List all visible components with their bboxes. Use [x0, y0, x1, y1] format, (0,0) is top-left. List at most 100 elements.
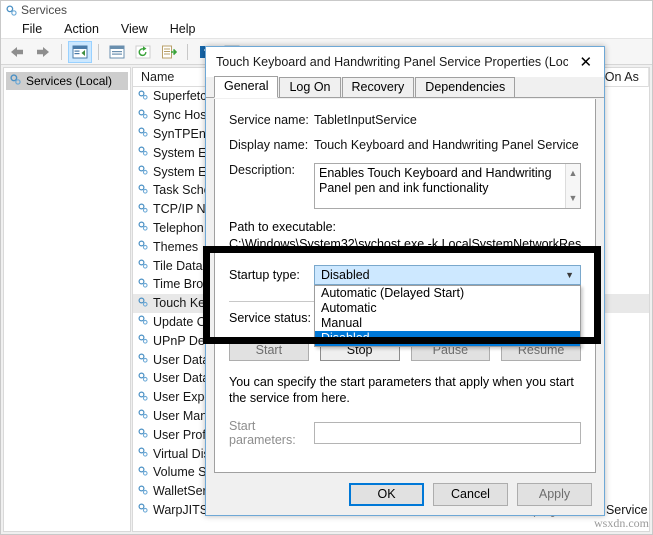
- tab-general[interactable]: General: [214, 76, 279, 98]
- service-gear-icon: [137, 502, 149, 517]
- start-parameters-input[interactable]: [314, 422, 581, 444]
- description-scrollbar[interactable]: ▲ ▼: [565, 164, 580, 208]
- service-gear-icon: [137, 408, 149, 423]
- toolbar-separator: [61, 43, 62, 60]
- service-gear-icon: [137, 371, 149, 386]
- general-tab-page: Service name: TabletInputService Display…: [214, 99, 596, 473]
- dialog-tabstrip: General Log On Recovery Dependencies: [206, 76, 604, 98]
- menu-action[interactable]: Action: [53, 20, 110, 38]
- service-name-label: Service name:: [229, 113, 309, 127]
- service-name-text: Task Sche: [153, 183, 211, 198]
- menu-file[interactable]: File: [11, 20, 53, 38]
- properties-icon[interactable]: [105, 41, 129, 63]
- startup-type-row: Startup type: Disabled ▼ Automatic (Dela…: [229, 265, 581, 347]
- display-name-row: Display name: Touch Keyboard and Handwri…: [229, 138, 581, 152]
- console-tree-pane: Services (Local): [3, 67, 131, 532]
- services-gears-icon: [9, 73, 22, 89]
- chevron-up-icon[interactable]: ▲: [569, 166, 578, 181]
- cancel-button[interactable]: Cancel: [433, 482, 508, 506]
- service-name-text: Touch Ke: [153, 296, 206, 311]
- service-name-text: Themes: [153, 239, 199, 254]
- tree-item-label: Services (Local): [26, 74, 113, 88]
- service-gear-icon: [137, 89, 149, 104]
- startup-type-combobox-display[interactable]: Disabled ▼: [314, 265, 581, 285]
- service-name-text: Time Brol: [153, 277, 207, 292]
- service-name-text: User Data: [153, 371, 210, 386]
- tab-log-on[interactable]: Log On: [279, 77, 341, 97]
- chevron-down-icon[interactable]: ▼: [565, 270, 574, 280]
- service-gear-icon: [137, 183, 149, 198]
- service-name-text: User Profi: [153, 427, 209, 442]
- start-parameters-row: Start parameters:: [229, 419, 581, 447]
- apply-button[interactable]: Apply: [517, 482, 592, 506]
- path-to-executable-label: Path to executable:: [229, 220, 337, 234]
- service-name-text: TCP/IP Ne: [153, 202, 213, 217]
- refresh-icon[interactable]: [131, 41, 155, 63]
- start-parameters-label: Start parameters:: [229, 419, 296, 447]
- service-name-text: System Ev: [153, 145, 213, 160]
- ok-button[interactable]: OK: [349, 482, 424, 506]
- dialog-titlebar: Touch Keyboard and Handwriting Panel Ser…: [206, 47, 604, 77]
- menu-bar: File Action View Help: [1, 19, 652, 39]
- service-name-value: TabletInputService: [314, 113, 417, 127]
- tab-dependencies[interactable]: Dependencies: [415, 77, 516, 97]
- services-gears-icon: [5, 4, 18, 17]
- startup-type-combobox[interactable]: Disabled ▼ Automatic (Delayed Start) Auto…: [314, 265, 581, 347]
- display-name-label: Display name:: [229, 138, 309, 152]
- service-name-text: Virtual Dis: [153, 446, 210, 461]
- tree-item-services-local[interactable]: Services (Local): [6, 72, 128, 90]
- display-name-value: Touch Keyboard and Handwriting Panel Ser…: [314, 138, 579, 152]
- startup-type-options-list[interactable]: Automatic (Delayed Start) Automatic Manual…: [314, 285, 581, 347]
- startup-option-manual[interactable]: Manual: [315, 316, 580, 331]
- startup-option-automatic-delayed-start[interactable]: Automatic (Delayed Start): [315, 286, 580, 301]
- service-gear-icon: [137, 145, 149, 160]
- path-to-executable-value: C:\Windows\System32\svchost.exe -k Local…: [229, 237, 581, 251]
- start-button[interactable]: Start: [229, 339, 309, 361]
- service-name-text: Update O: [153, 314, 207, 329]
- dialog-footer: OK Cancel Apply: [206, 473, 604, 515]
- service-gear-icon: [137, 390, 149, 405]
- service-name-text: System Ev: [153, 164, 213, 179]
- window-titlebar: Services: [1, 1, 652, 19]
- startup-option-automatic[interactable]: Automatic: [315, 301, 580, 316]
- service-name-text: UPnP Dev: [153, 333, 212, 348]
- description-row: Description: Enables Touch Keyboard and …: [229, 163, 581, 209]
- show-hide-tree-icon[interactable]: [68, 40, 92, 63]
- back-icon[interactable]: [5, 41, 29, 63]
- service-gear-icon: [137, 202, 149, 217]
- window-title: Services: [21, 3, 68, 17]
- section-divider: [229, 301, 314, 302]
- service-gear-icon: [137, 484, 149, 499]
- forward-icon[interactable]: [31, 41, 55, 63]
- service-gear-icon: [137, 427, 149, 442]
- service-name-text: SynTPEnh: [153, 126, 213, 141]
- service-gear-icon: [137, 126, 149, 141]
- menu-help[interactable]: Help: [159, 20, 207, 38]
- chevron-down-icon[interactable]: ▼: [569, 191, 578, 206]
- description-value: Enables Touch Keyboard and Handwriting P…: [319, 166, 552, 195]
- service-gear-icon: [137, 164, 149, 179]
- service-gear-icon: [137, 220, 149, 235]
- service-gear-icon: [137, 296, 149, 311]
- menu-view[interactable]: View: [110, 20, 159, 38]
- service-gear-icon: [137, 277, 149, 292]
- service-status-label: Service status:: [229, 311, 311, 325]
- toolbar-separator: [187, 43, 188, 60]
- tab-recovery[interactable]: Recovery: [341, 77, 415, 97]
- service-name-text: Volume S: [153, 465, 207, 480]
- service-name-row: Service name: TabletInputService: [229, 113, 581, 127]
- service-name-text: Superfetc: [153, 89, 207, 104]
- service-gear-icon: [137, 446, 149, 461]
- service-properties-dialog: Touch Keyboard and Handwriting Panel Ser…: [205, 46, 605, 516]
- start-parameters-hint: You can specify the start parameters tha…: [229, 375, 574, 405]
- toolbar-separator: [98, 43, 99, 60]
- close-icon[interactable]: ✕: [568, 48, 604, 77]
- export-list-icon[interactable]: [157, 41, 181, 63]
- description-label: Description:: [229, 163, 295, 177]
- service-gear-icon: [137, 239, 149, 254]
- startup-option-disabled[interactable]: Disabled: [315, 331, 580, 346]
- description-textbox[interactable]: Enables Touch Keyboard and Handwriting P…: [314, 163, 581, 209]
- startup-type-value: Disabled: [321, 268, 370, 282]
- service-name-text: WalletSer: [153, 484, 207, 499]
- service-gear-icon: [137, 258, 149, 273]
